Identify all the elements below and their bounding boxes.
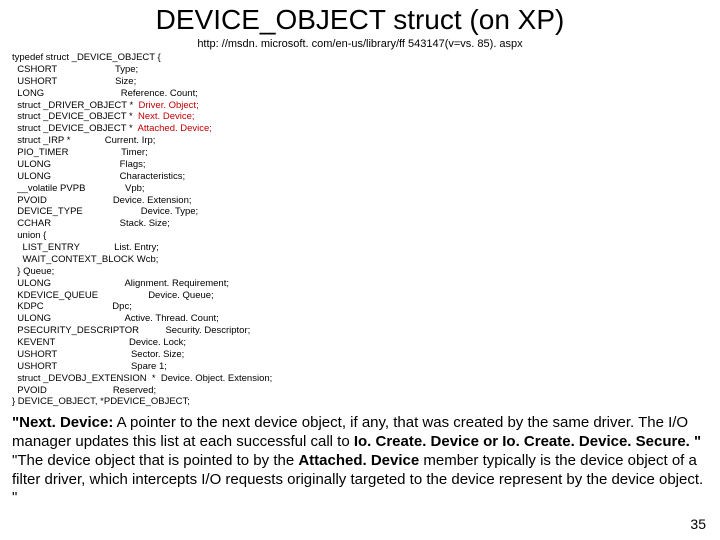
- code-line: USHORT Sector. Size;: [12, 349, 184, 360]
- code-highlight: Next. Device;: [138, 111, 195, 122]
- code-line: ULONG Flags;: [12, 159, 146, 170]
- code-line: LIST_ENTRY List. Entry;: [12, 242, 159, 253]
- reference-url: http: //msdn. microsoft. com/en-us/libra…: [12, 38, 708, 50]
- code-line: KDEVICE_QUEUE Device. Queue;: [12, 290, 214, 301]
- code-line: CSHORT Type;: [12, 64, 138, 75]
- code-line: PVOID Device. Extension;: [12, 195, 192, 206]
- code-line: LONG Reference. Count;: [12, 88, 198, 99]
- code-line: ULONG Characteristics;: [12, 171, 185, 182]
- code-line: __volatile PVPB Vpb;: [12, 183, 145, 194]
- code-line: struct _DEVOBJ_EXTENSION * Device. Objec…: [12, 373, 272, 384]
- code-block: typedef struct _DEVICE_OBJECT { CSHORT T…: [12, 52, 708, 408]
- code-highlight: Attached. Device;: [137, 123, 211, 134]
- code-line: } Queue;: [12, 266, 54, 277]
- code-line: struct _DRIVER_OBJECT *: [12, 100, 139, 111]
- code-line: WAIT_CONTEXT_BLOCK Wcb;: [12, 254, 158, 265]
- desc-bold: Io. Create. Device or Io. Create. Device…: [354, 433, 701, 450]
- code-line: DEVICE_TYPE Device. Type;: [12, 206, 198, 217]
- code-line: ULONG Alignment. Requirement;: [12, 278, 229, 289]
- slide-title: DEVICE_OBJECT struct (on XP): [12, 4, 708, 36]
- code-line: CCHAR Stack. Size;: [12, 218, 170, 229]
- code-line: KEVENT Device. Lock;: [12, 337, 186, 348]
- desc-bold: Attached. Device: [298, 452, 419, 469]
- desc-text: "The device object that is pointed to by…: [12, 452, 298, 469]
- code-highlight: Driver. Object;: [139, 100, 199, 111]
- code-line: USHORT Size;: [12, 76, 136, 87]
- code-line: KDPC Dpc;: [12, 301, 132, 312]
- code-line: PIO_TIMER Timer;: [12, 147, 148, 158]
- code-line: ULONG Active. Thread. Count;: [12, 313, 219, 324]
- code-line: typedef struct _DEVICE_OBJECT {: [12, 52, 161, 63]
- code-line: PVOID Reserved;: [12, 385, 156, 396]
- code-line: PSECURITY_DESCRIPTOR Security. Descripto…: [12, 325, 250, 336]
- description: "Next. Device: A pointer to the next dev…: [12, 414, 708, 508]
- slide: DEVICE_OBJECT struct (on XP) http: //msd…: [0, 0, 720, 540]
- desc-bold: "Next. Device:: [12, 414, 113, 431]
- code-line: USHORT Spare 1;: [12, 361, 167, 372]
- code-line: union {: [12, 230, 46, 241]
- code-line: struct _DEVICE_OBJECT *: [12, 123, 137, 134]
- code-line: struct _DEVICE_OBJECT *: [12, 111, 138, 122]
- code-line: struct _IRP * Current. Irp;: [12, 135, 155, 146]
- page-number: 35: [690, 516, 706, 532]
- code-line: } DEVICE_OBJECT, *PDEVICE_OBJECT;: [12, 396, 190, 407]
